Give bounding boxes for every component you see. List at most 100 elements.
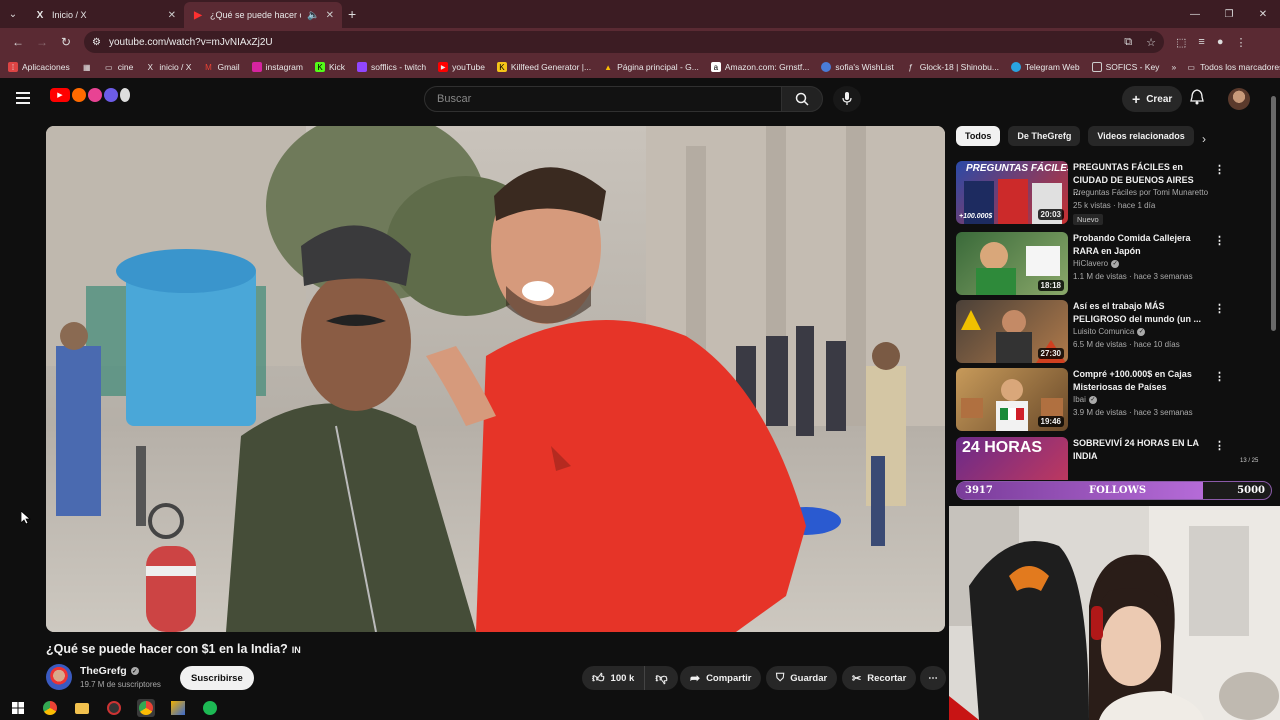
killfeed-icon: K	[496, 62, 507, 72]
tab-search-button[interactable]: ⌄	[0, 0, 26, 28]
like-button[interactable]: 👍︎ 100 k	[582, 666, 645, 690]
media-controls-icon[interactable]: ≡	[1198, 36, 1204, 49]
hamburger-menu-icon[interactable]	[16, 92, 30, 107]
chip-de-thegrefg[interactable]: De TheGrefg	[1008, 126, 1081, 146]
video-duration: 19:46	[1037, 416, 1064, 427]
recommended-title[interactable]: Probando Comida Callejera RARA en Japón	[1073, 232, 1201, 257]
bookmark-star-icon[interactable]: ☆	[1146, 36, 1156, 49]
tab-youtube-video[interactable]: ▶ ¿Qué se puede hacer con $ 🔈 ✕	[184, 2, 342, 28]
all-bookmarks-folder[interactable]: ▭ Todos los marcadores	[1186, 62, 1280, 72]
forward-button[interactable]: →	[30, 30, 54, 54]
video-thumbnail[interactable]: 27:30	[956, 300, 1068, 363]
recommended-video[interactable]: 27:30 Así es el trabajo MÁS PELIGROSO de…	[956, 300, 1236, 364]
back-button[interactable]: ←	[6, 30, 30, 54]
recommended-channel[interactable]: HiClavero ✓	[1073, 259, 1120, 268]
menu-dots-icon[interactable]: ⋮	[1235, 36, 1246, 49]
obs-icon	[107, 701, 121, 715]
recommended-video[interactable]: 24 HORAS SOBREVIVÍ 24 HORAS EN LA INDIA …	[956, 437, 1236, 480]
recommended-channel[interactable]: Ibai ✓	[1073, 395, 1097, 404]
page-scrollbar[interactable]	[1271, 96, 1276, 331]
chrome-active-taskbar-icon[interactable]	[137, 699, 155, 717]
minimize-icon[interactable]: —	[1178, 0, 1212, 28]
bookmark-google-drive[interactable]: ▲ Página principal - G...	[603, 62, 699, 72]
channel-avatar[interactable]	[46, 664, 72, 690]
bookmark-wishlist[interactable]: sofia's WishList	[821, 62, 894, 72]
bookmark-apps[interactable]: ⁞ Aplicaciones	[8, 62, 70, 72]
channel-name[interactable]: TheGrefg ✓	[80, 665, 139, 677]
thumbs-down-icon: 👎︎	[655, 670, 668, 685]
bookmark-youtube[interactable]: ▶ youTube	[438, 62, 485, 72]
search-button[interactable]	[781, 86, 823, 112]
subscribe-button[interactable]: Suscribirse	[180, 666, 254, 690]
bookmark-kick[interactable]: K Kick	[314, 62, 345, 72]
notifications-button[interactable]	[1190, 89, 1204, 110]
recommended-title[interactable]: Compré +100.000$ en Cajas Misteriosas de…	[1073, 368, 1201, 393]
more-actions-button[interactable]: ⋯	[920, 666, 946, 690]
account-avatar[interactable]	[1228, 88, 1250, 110]
voice-search-button[interactable]	[833, 86, 861, 112]
recommended-video[interactable]: PREGUNTAS FÁCILES +100.000$ 20:03 PREGUN…	[956, 161, 1236, 225]
clip-button[interactable]: ✂ Recortar	[842, 666, 917, 690]
profile-icon[interactable]: ●	[1217, 36, 1224, 49]
close-tab-icon[interactable]: ✕	[326, 10, 334, 21]
mute-tab-icon[interactable]: 🔈	[307, 10, 319, 21]
extensions-icon[interactable]: ⬚	[1176, 36, 1186, 49]
goal-label: FOLLOWS	[1089, 485, 1147, 496]
bookmark-twitch[interactable]: sofflics - twitch	[357, 62, 426, 72]
more-vert-icon[interactable]: ⋮	[1214, 234, 1225, 247]
chip-todos[interactable]: Todos	[956, 126, 1001, 146]
obs-taskbar-icon[interactable]	[105, 699, 123, 717]
bookmark-x[interactable]: Xinicio / X	[145, 62, 192, 72]
more-vert-icon[interactable]: ⋮	[1214, 370, 1225, 383]
follow-goal-bar: 3917 FOLLOWS 5000	[956, 481, 1272, 500]
search-input[interactable]: Buscar	[424, 86, 782, 112]
video-thumbnail[interactable]: 19:46	[956, 368, 1068, 431]
recommended-channel[interactable]: Luisito Comunica ✓	[1073, 327, 1146, 336]
more-vert-icon[interactable]: ⋮	[1214, 302, 1225, 315]
video-thumbnail[interactable]: PREGUNTAS FÁCILES +100.000$ 20:03	[956, 161, 1068, 224]
bookmark-grid[interactable]: ▦	[82, 62, 92, 72]
more-vert-icon[interactable]: ⋮	[1214, 439, 1225, 452]
bookmark-killfeed[interactable]: K Killfeed Generator |...	[496, 62, 591, 72]
site-info-icon[interactable]: ⚙	[92, 37, 101, 48]
share-button[interactable]: ➦ Compartir	[680, 666, 762, 690]
install-app-icon[interactable]: ⧉	[1124, 36, 1132, 49]
bookmark-glock[interactable]: ƒ Glock-18 | Shinobu...	[906, 62, 998, 72]
recommended-channel[interactable]: Preguntas Fáciles por Tomi Munaretto	[1073, 188, 1208, 197]
bookmark-gmail[interactable]: M Gmail	[203, 62, 240, 72]
recommended-video[interactable]: 18:18 Probando Comida Callejera RARA en …	[956, 232, 1236, 296]
recommended-meta: 1.1 M de vistas · hace 3 semanas	[1073, 272, 1193, 281]
thumbnail-text: 24 HORAS	[962, 439, 1043, 456]
bookmark-instagram[interactable]: instagram	[251, 62, 303, 72]
restore-icon[interactable]: ❐	[1212, 0, 1246, 28]
bookmark-cine[interactable]: ▭ cine	[104, 62, 133, 72]
recommended-title[interactable]: SOBREVIVÍ 24 HORAS EN LA INDIA	[1073, 437, 1201, 462]
close-tab-icon[interactable]: ✕	[168, 10, 176, 21]
bookmark-telegram[interactable]: Telegram Web	[1010, 62, 1080, 72]
video-player[interactable]	[46, 126, 945, 632]
address-bar[interactable]: ⚙ youtube.com/watch?v=mJvNIAxZj2U ⧉ ☆	[84, 31, 1164, 53]
close-window-icon[interactable]: ✕	[1246, 0, 1280, 28]
app-taskbar-icon[interactable]	[169, 699, 187, 717]
tab-inicio-x[interactable]: X Inicio / X ✕	[26, 2, 184, 28]
new-tab-button[interactable]: +	[348, 6, 356, 22]
youtube-logo[interactable]: ▶	[50, 88, 130, 102]
create-button[interactable]: + Crear	[1122, 86, 1183, 112]
bookmark-sofics[interactable]: SOFICS - Key	[1091, 62, 1159, 72]
chip-videos-relacionados[interactable]: Videos relacionados	[1088, 126, 1194, 146]
video-thumbnail[interactable]: 18:18	[956, 232, 1068, 295]
dislike-button[interactable]: 👎︎	[644, 666, 678, 690]
more-vert-icon[interactable]: ⋮	[1214, 163, 1225, 176]
video-thumbnail[interactable]: 24 HORAS	[956, 437, 1068, 480]
chrome-taskbar-icon[interactable]	[41, 699, 59, 717]
bookmark-amazon[interactable]: a Amazon.com: Grnstf...	[710, 62, 809, 72]
chevron-right-icon[interactable]: ›	[1202, 132, 1206, 146]
spotify-taskbar-icon[interactable]	[201, 699, 219, 717]
file-explorer-icon[interactable]	[73, 699, 91, 717]
reload-button[interactable]: ↻	[54, 30, 78, 54]
save-button[interactable]: ⛉ Guardar	[766, 666, 838, 690]
recommended-video[interactable]: 19:46 Compré +100.000$ en Cajas Misterio…	[956, 368, 1236, 432]
recommended-title[interactable]: Así es el trabajo MÁS PELIGROSO del mund…	[1073, 300, 1201, 325]
windows-start-icon[interactable]	[9, 699, 27, 717]
more-bookmarks-icon[interactable]: »	[1171, 62, 1176, 72]
